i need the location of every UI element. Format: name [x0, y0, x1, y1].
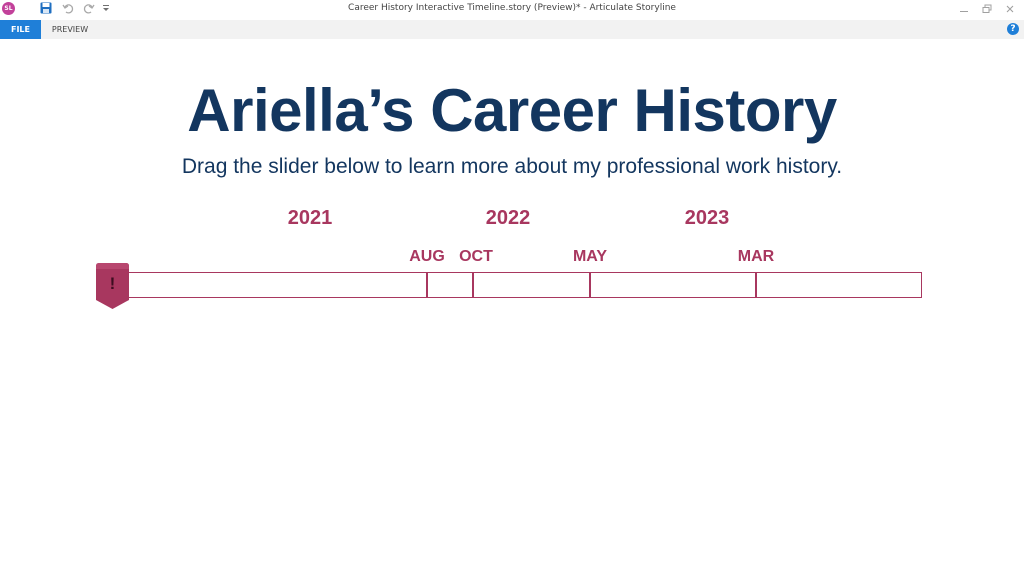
- timeline-slider-handle[interactable]: !: [96, 263, 129, 309]
- customize-toolbar-icon[interactable]: [101, 1, 111, 15]
- tab-file[interactable]: FILE: [0, 20, 41, 39]
- timeline-slider-track[interactable]: [122, 272, 922, 298]
- title-bar: SL Career History Interactive Timeline.s…: [0, 0, 1024, 18]
- slide-subtitle: Drag the slider below to learn more abou…: [181, 155, 843, 178]
- year-label-2021: 2021: [287, 207, 333, 229]
- year-label-2022: 2022: [485, 207, 531, 229]
- timeline-tick-may: [589, 272, 591, 298]
- storyline-logo-icon: SL: [2, 2, 15, 15]
- help-icon[interactable]: ?: [1007, 23, 1019, 35]
- month-label-oct: OCT: [459, 248, 493, 265]
- save-icon[interactable]: [39, 1, 53, 15]
- year-label-2023: 2023: [684, 207, 730, 229]
- slide-title: Ariella’s Career History: [187, 77, 837, 144]
- slider-handle-label: !: [109, 274, 116, 293]
- restore-icon[interactable]: [980, 2, 994, 16]
- month-label-may: MAY: [572, 248, 608, 265]
- timeline-tick-aug: [426, 272, 428, 298]
- month-label-mar: MAR: [737, 248, 775, 265]
- ribbon-bar: FILE PREVIEW ?: [0, 20, 1024, 39]
- minimize-icon[interactable]: [957, 2, 971, 16]
- timeline-tick-mar: [755, 272, 757, 298]
- window-title: Career History Interactive Timeline.stor…: [348, 3, 676, 13]
- redo-icon[interactable]: [82, 1, 96, 15]
- timeline-tick-oct: [472, 272, 474, 298]
- undo-icon[interactable]: [61, 1, 75, 15]
- close-icon[interactable]: [1003, 2, 1017, 16]
- tab-preview[interactable]: PREVIEW: [44, 20, 96, 39]
